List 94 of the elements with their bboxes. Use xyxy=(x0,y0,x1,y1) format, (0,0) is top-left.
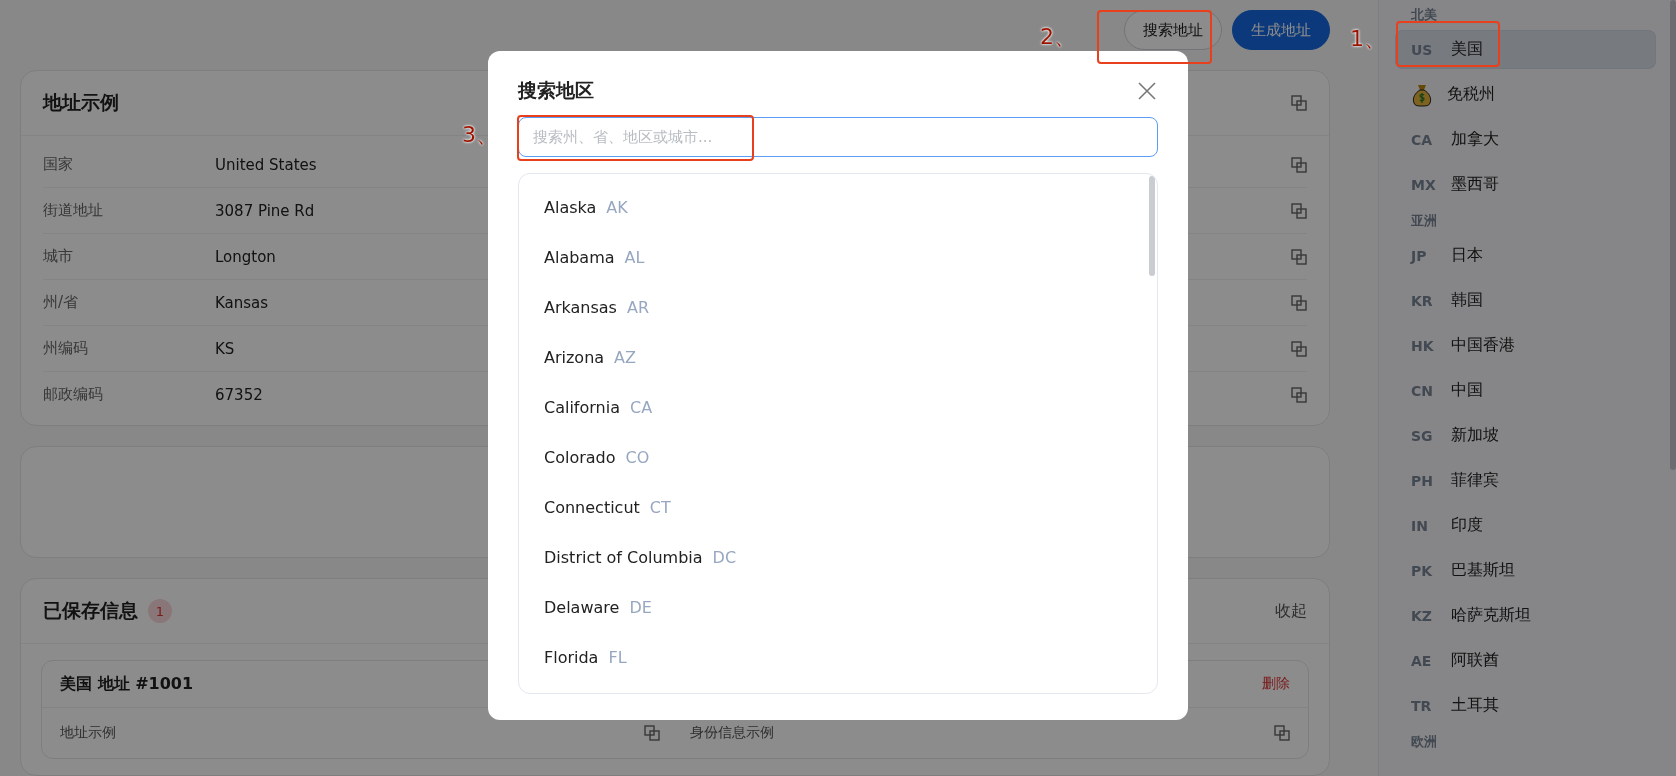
country-code: PH xyxy=(1411,472,1434,489)
country-name: 加拿大 xyxy=(1451,129,1499,150)
copy-icon[interactable] xyxy=(1291,294,1307,311)
region-item[interactable]: Florida FL xyxy=(519,632,1157,682)
country-name: 菲律宾 xyxy=(1451,470,1499,491)
copy-icon[interactable] xyxy=(1291,248,1307,265)
section-label: 身份信息示例 xyxy=(690,724,774,742)
country-code: JP xyxy=(1411,247,1428,264)
country-code: TR xyxy=(1411,697,1433,714)
country-code: SG xyxy=(1411,427,1434,444)
country-name: 日本 xyxy=(1451,245,1483,266)
annotation-label: 3、 xyxy=(462,121,498,149)
region-item[interactable]: Connecticut CT xyxy=(519,482,1157,532)
section-label: 地址示例 xyxy=(60,724,116,742)
close-icon[interactable] xyxy=(1136,80,1158,102)
country-code: AE xyxy=(1411,652,1433,669)
country-item[interactable]: PK 巴基斯坦 xyxy=(1395,551,1656,590)
region-item[interactable]: Colorado CO xyxy=(519,432,1157,482)
country-item[interactable]: JP 日本 xyxy=(1395,236,1656,275)
country-code: HK xyxy=(1411,337,1435,354)
copy-icon[interactable] xyxy=(1291,386,1307,403)
country-code: CA xyxy=(1411,131,1434,148)
copy-icon[interactable] xyxy=(1291,95,1307,111)
annotation-label: 2、 xyxy=(1040,23,1076,51)
country-name: 阿联酋 xyxy=(1451,650,1499,671)
card-title: 地址示例 xyxy=(43,90,119,115)
country-code: KZ xyxy=(1411,607,1433,624)
group-heading: 欧洲 xyxy=(1410,733,1438,751)
country-name: 中国香港 xyxy=(1451,335,1515,356)
copy-icon[interactable] xyxy=(1274,725,1290,741)
field-value: United States xyxy=(215,155,317,174)
copy-icon[interactable] xyxy=(644,725,660,741)
field-label: 国家 xyxy=(43,155,74,174)
country-name: 巴基斯坦 xyxy=(1451,560,1515,581)
count-badge: 1 xyxy=(148,599,172,623)
country-code: IN xyxy=(1411,517,1429,534)
country-item[interactable]: AE 阿联酋 xyxy=(1395,641,1656,680)
country-name: 哈萨克斯坦 xyxy=(1451,605,1531,626)
copy-icon[interactable] xyxy=(1291,156,1307,173)
region-item[interactable]: California CA xyxy=(519,382,1157,432)
region-item[interactable]: Delaware DE xyxy=(519,582,1157,632)
copy-icon[interactable] xyxy=(1291,202,1307,219)
region-item[interactable]: Alabama AL xyxy=(519,232,1157,282)
group-heading: 亚洲 xyxy=(1410,212,1438,230)
country-code: MX xyxy=(1411,176,1437,193)
country-item[interactable]: CN 中国 xyxy=(1395,371,1656,410)
copy-icon[interactable] xyxy=(1291,340,1307,357)
money-bag-icon xyxy=(1411,82,1433,107)
country-item[interactable]: HK 中国香港 xyxy=(1395,326,1656,365)
field-label: 州/省 xyxy=(43,293,80,312)
country-name: 美国 xyxy=(1451,39,1483,60)
region-item[interactable]: Arkansas AR xyxy=(519,282,1157,332)
dialog-title: 搜索地区 xyxy=(518,78,594,103)
collapse-button[interactable]: 收起 xyxy=(1275,600,1307,622)
field-value: Longton xyxy=(215,247,276,266)
generate-button[interactable]: 生成地址 xyxy=(1232,10,1330,50)
field-value: KS xyxy=(215,339,235,358)
country-name: 免税州 xyxy=(1447,84,1495,105)
country-item[interactable]: PH 菲律宾 xyxy=(1395,461,1656,500)
country-item[interactable]: SG 新加坡 xyxy=(1395,416,1656,455)
scrollbar-thumb[interactable] xyxy=(1670,0,1676,470)
country-name: 墨西哥 xyxy=(1451,174,1499,195)
country-name: 土耳其 xyxy=(1451,695,1499,716)
delete-button[interactable]: 删除 xyxy=(1262,675,1290,693)
country-name: 韩国 xyxy=(1451,290,1483,311)
card-title: 已保存信息 xyxy=(43,598,138,623)
country-code: KR xyxy=(1411,292,1434,309)
annotation-label: 1、 xyxy=(1350,25,1386,53)
country-item[interactable]: MX 墨西哥 xyxy=(1395,165,1656,204)
country-name: 印度 xyxy=(1451,515,1483,536)
entry-title: 美国 地址 #1001 xyxy=(60,673,194,695)
country-item[interactable]: KR 韩国 xyxy=(1395,281,1656,320)
region-item[interactable]: District of Columbia DC xyxy=(519,532,1157,582)
country-code: PK xyxy=(1411,562,1434,579)
search-button[interactable]: 搜索地址 xyxy=(1124,10,1222,50)
region-item[interactable]: Alaska AK xyxy=(519,182,1157,232)
field-value: Kansas xyxy=(215,293,269,312)
region-item[interactable]: Arizona AZ xyxy=(519,332,1157,382)
field-label: 州编码 xyxy=(43,339,89,358)
field-label: 邮政编码 xyxy=(43,385,104,404)
field-label: 城市 xyxy=(43,247,74,266)
field-value: 67352 xyxy=(215,385,263,404)
country-name: 新加坡 xyxy=(1451,425,1499,446)
country-code: CN xyxy=(1411,382,1434,399)
group-heading: 北美 xyxy=(1410,6,1438,24)
field-value: 3087 Pine Rd xyxy=(215,201,315,220)
country-item[interactable]: CA 加拿大 xyxy=(1395,120,1656,159)
country-item[interactable]: IN 印度 xyxy=(1395,506,1656,545)
country-item[interactable]: TR 土耳其 xyxy=(1395,686,1656,725)
country-item[interactable]: KZ 哈萨克斯坦 xyxy=(1395,596,1656,635)
country-item[interactable]: 免税州 xyxy=(1395,75,1656,114)
country-name: 中国 xyxy=(1451,380,1483,401)
scrollbar-thumb[interactable] xyxy=(1149,176,1155,276)
field-label: 街道地址 xyxy=(43,201,104,220)
